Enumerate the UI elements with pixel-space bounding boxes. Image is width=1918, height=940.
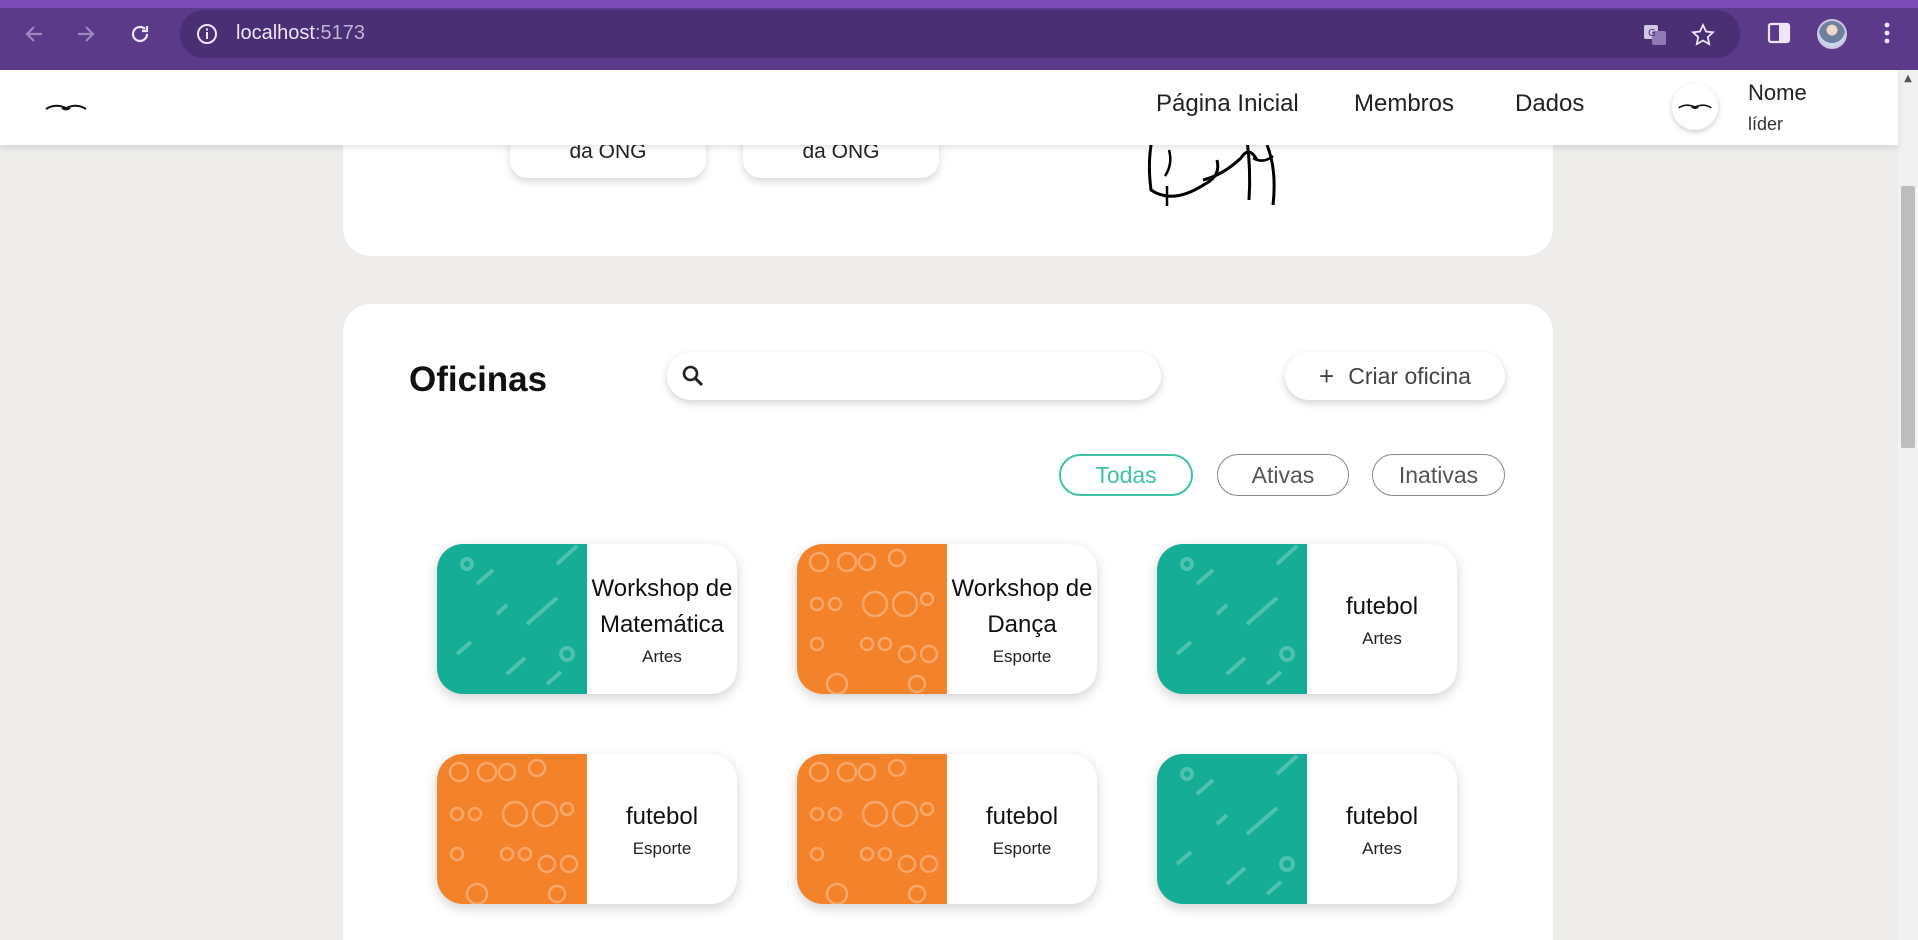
- sport-pattern: [448, 758, 579, 904]
- svg-text:G: G: [1648, 28, 1656, 39]
- search-input[interactable]: [721, 360, 1141, 392]
- workshop-image: [437, 544, 587, 694]
- workshop-card[interactable]: futebol Esporte: [437, 754, 737, 904]
- art-pattern: [1175, 544, 1299, 686]
- workshop-info: futebol Esporte: [947, 754, 1097, 904]
- workshop-image: [437, 754, 587, 904]
- art-pattern: [455, 544, 579, 686]
- filter-all-button[interactable]: Todas: [1059, 454, 1193, 496]
- translate-icon[interactable]: G: [1642, 22, 1668, 48]
- workshop-card[interactable]: Workshop de Dança Esporte: [797, 544, 1097, 694]
- browser-tab-strip: [0, 0, 1918, 8]
- menu-kebab-icon[interactable]: [1872, 18, 1902, 48]
- workshop-name: futebol: [625, 803, 699, 830]
- filter-active-button[interactable]: Ativas: [1217, 454, 1349, 496]
- search-field[interactable]: [667, 352, 1161, 400]
- workshop-info: futebol Artes: [1307, 544, 1457, 694]
- workshop-card[interactable]: Workshop de Matemática Artes: [437, 544, 737, 694]
- workshop-card[interactable]: futebol Artes: [1157, 754, 1457, 904]
- profile-avatar[interactable]: [1817, 19, 1847, 49]
- workshop-image: [797, 544, 947, 694]
- workshop-card[interactable]: futebol Esporte: [797, 754, 1097, 904]
- workshop-name: futebol: [1345, 803, 1419, 830]
- browser-toolbar: localhost:5173 G: [0, 0, 1918, 70]
- nav-members-link[interactable]: Membros: [1354, 90, 1454, 118]
- workshop-category: Esporte: [632, 839, 692, 858]
- bird-avatar-icon: [1678, 104, 1712, 110]
- page-scrollbar[interactable]: ▲: [1898, 70, 1918, 940]
- user-avatar[interactable]: [1672, 84, 1718, 130]
- site-info-icon[interactable]: [196, 23, 218, 45]
- sport-pattern: [808, 758, 939, 904]
- workshop-category: Artes: [642, 647, 682, 666]
- user-name: Nome: [1748, 80, 1807, 105]
- app-header: Página Inicial Membros Dados Nome líder: [0, 70, 1898, 145]
- bird-logo-icon[interactable]: [44, 98, 88, 118]
- search-icon: [682, 365, 704, 387]
- nav-home-link[interactable]: Página Inicial: [1156, 90, 1299, 118]
- workshop-info: futebol Artes: [1307, 754, 1457, 904]
- user-role: líder: [1748, 114, 1784, 134]
- forward-icon[interactable]: [70, 18, 102, 50]
- sport-pattern: [808, 548, 939, 694]
- section-title: Oficinas: [409, 360, 548, 399]
- address-bar[interactable]: localhost:5173 G: [180, 10, 1740, 58]
- workshop-category: Esporte: [992, 839, 1052, 858]
- workshop-name: Workshop de Dança: [951, 575, 1093, 638]
- url-text[interactable]: localhost:5173: [236, 22, 365, 45]
- workshop-category: Artes: [1362, 839, 1402, 858]
- workshop-image: [1157, 544, 1307, 694]
- nav-data-link[interactable]: Dados: [1515, 90, 1584, 118]
- workshop-category: Esporte: [992, 647, 1052, 666]
- bookmark-star-icon[interactable]: [1690, 22, 1716, 48]
- plus-icon: +: [1319, 360, 1335, 391]
- art-pattern: [1175, 754, 1299, 896]
- create-workshop-button[interactable]: + Criar oficina: [1285, 352, 1505, 400]
- workshop-image: [797, 754, 947, 904]
- workshop-info: Workshop de Dança Esporte: [947, 544, 1097, 694]
- create-workshop-label: Criar oficina: [1348, 362, 1471, 389]
- back-icon[interactable]: [18, 18, 50, 50]
- workshop-category: Artes: [1362, 629, 1402, 648]
- scroll-thumb[interactable]: [1901, 186, 1915, 448]
- workshop-name: futebol: [1345, 593, 1419, 620]
- workshop-name: Workshop de Matemática: [591, 575, 733, 638]
- filter-inactive-button[interactable]: Inativas: [1372, 454, 1505, 496]
- side-panel-icon[interactable]: [1764, 18, 1794, 48]
- scroll-up-icon[interactable]: ▲: [1902, 74, 1914, 84]
- oficinas-panel: Oficinas + Criar oficina Todas Ativas In…: [343, 304, 1553, 940]
- reload-icon[interactable]: [124, 18, 156, 50]
- workshop-image: [1157, 754, 1307, 904]
- workshop-info: futebol Esporte: [587, 754, 737, 904]
- workshop-info: Workshop de Matemática Artes: [587, 544, 737, 694]
- workshop-card[interactable]: futebol Artes: [1157, 544, 1457, 694]
- workshop-name: futebol: [985, 803, 1059, 830]
